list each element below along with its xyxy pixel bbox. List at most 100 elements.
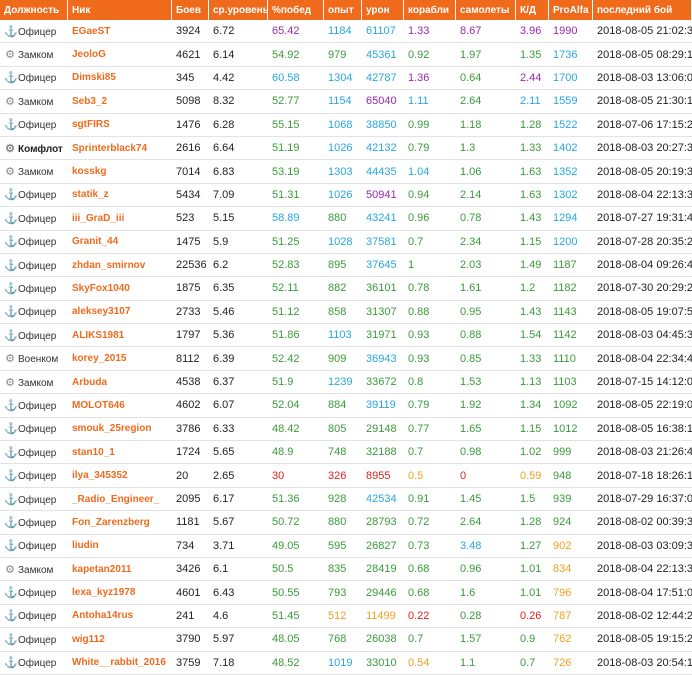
kd-cell: 0.59 [516, 464, 549, 488]
kd-cell: 1.28 [516, 114, 549, 137]
player-nick-link[interactable]: ilya_345352 [68, 464, 172, 488]
anchor-icon: ⚓ [4, 493, 18, 506]
player-nick-link[interactable]: aleksey3107 [68, 301, 172, 325]
player-nick-link[interactable]: Sprinterblack74 [68, 137, 172, 161]
player-nick-link[interactable]: kosskg [68, 160, 172, 184]
kd-cell: 3.96 [516, 20, 549, 44]
player-nick-link[interactable]: korey_2015 [68, 347, 172, 371]
avg-level-cell: 6.37 [209, 371, 268, 395]
role-label: Офицер [18, 26, 57, 38]
header-planes[interactable]: самолеты [456, 0, 516, 20]
player-nick-link[interactable]: wig112 [68, 628, 172, 652]
winrate-cell: 52.04 [268, 394, 324, 418]
role-cell: ⚓Офицер [0, 652, 68, 675]
planes-cell: 1.92 [456, 394, 516, 418]
player-nick-link[interactable]: lexa_kyz1978 [68, 581, 172, 605]
role-label: Офицер [18, 634, 57, 646]
player-nick-link[interactable]: Granit_44 [68, 231, 172, 254]
ships-cell: 1.11 [404, 90, 456, 114]
role-label: Военком [18, 354, 59, 366]
kd-cell: 1.34 [516, 394, 549, 418]
header-nick[interactable]: Ник [68, 0, 172, 20]
damage-cell: 8955 [362, 464, 404, 488]
anchor-icon: ⚓ [4, 282, 18, 295]
table-row: ⚓Офицер wig112 3790 5.97 48.05 768 26038 0.7 1.5… [0, 628, 692, 652]
kd-cell: 1.33 [516, 137, 549, 161]
role-label: Замком [18, 564, 54, 576]
player-nick-link[interactable]: Dimski85 [68, 67, 172, 91]
clan-members-table: Должность Ник Боев ср.уровень %побед опыт урон… [0, 0, 692, 675]
last-battle-cell: 2018-08-05 21:02:39 [593, 20, 692, 44]
player-nick-link[interactable]: liudin [68, 535, 172, 558]
last-battle-cell: 2018-08-04 22:13:35 [593, 558, 692, 582]
player-nick-link[interactable]: smouk_25region [68, 418, 172, 442]
role-cell: ⚓Офицер [0, 394, 68, 418]
header-exp[interactable]: опыт [324, 0, 362, 20]
kd-cell: 1.43 [516, 207, 549, 231]
table-row: ⚙ Замком JeoloG 4621 6.14 54.92 979 45361 0.92 1.… [0, 43, 692, 67]
player-nick-link[interactable]: zhdan_smirnov [68, 254, 172, 278]
ships-cell: 0.68 [404, 581, 456, 605]
planes-cell: 0.88 [456, 324, 516, 348]
table-row: ⚙ Комфлот Sprinterblack74 2616 6.64 51.19 1026… [0, 137, 692, 161]
last-battle-cell: 2018-07-29 16:37:02 [593, 488, 692, 512]
header-ships[interactable]: корабли [404, 0, 456, 20]
header-proalfa[interactable]: ProAlfa [549, 0, 593, 20]
proalfa-cell: 1187 [549, 254, 593, 278]
header-damage[interactable]: урон [362, 0, 404, 20]
last-battle-cell: 2018-07-28 20:35:28 [593, 231, 692, 254]
player-nick-link[interactable]: SkyFox1040 [68, 277, 172, 301]
winrate-cell: 53.19 [268, 160, 324, 184]
player-nick-link[interactable]: EGaeST [68, 20, 172, 44]
proalfa-cell: 1012 [549, 418, 593, 442]
anchor-icon: ⚓ [4, 189, 18, 202]
role-cell: ⚓Офицер [0, 207, 68, 231]
winrate-cell: 51.19 [268, 137, 324, 161]
player-nick-link[interactable]: Antoha14rus [68, 605, 172, 629]
player-nick-link[interactable]: JeoloG [68, 43, 172, 67]
player-nick-link[interactable]: Seb3_2 [68, 90, 172, 114]
proalfa-cell: 787 [549, 605, 593, 629]
anchor-icon: ⚓ [4, 633, 18, 646]
winrate-cell: 52.11 [268, 277, 324, 301]
table-row: ⚓Офицер MOLOT646 4602 6.07 52.04 884 39119 0.79… [0, 394, 692, 418]
anchor-icon: ⚓ [4, 540, 18, 553]
planes-cell: 0.28 [456, 605, 516, 629]
header-kd[interactable]: К/Д [516, 0, 549, 20]
role-cell: ⚙ Замком [0, 43, 68, 67]
anchor-icon: ⚓ [4, 470, 18, 483]
player-nick-link[interactable]: kapetan2011 [68, 558, 172, 582]
role-cell: ⚓Офицер [0, 535, 68, 558]
header-last-battle[interactable]: последний бой [593, 0, 692, 20]
anchor-icon: ⚓ [4, 119, 18, 132]
header-avg-level[interactable]: ср.уровень [209, 0, 268, 20]
role-cell: ⚓Офицер [0, 254, 68, 278]
role-label: Офицер [18, 541, 57, 553]
player-nick-link[interactable]: Fon_Zarenzberg [68, 511, 172, 535]
player-nick-link[interactable]: MOLOT646 [68, 394, 172, 418]
damage-cell: 36943 [362, 347, 404, 371]
player-nick-link[interactable]: White__rabbit_2016 [68, 652, 172, 675]
avg-level-cell: 6.14 [209, 43, 268, 67]
header-battles[interactable]: Боев [172, 0, 209, 20]
table-row: ⚙ Военком korey_2015 8112 6.39 52.42 909 36943 0… [0, 347, 692, 371]
player-nick-link[interactable]: _Radio_Engineer_ [68, 488, 172, 512]
rank-emblem-icon: ⚙ [5, 376, 15, 389]
player-nick-link[interactable]: sgtFIRS [68, 114, 172, 137]
player-nick-link[interactable]: iii_GraD_iii [68, 207, 172, 231]
winrate-cell: 49.05 [268, 535, 324, 558]
planes-cell: 1.97 [456, 43, 516, 67]
player-nick-link[interactable]: stan10_1 [68, 441, 172, 465]
avg-level-cell: 4.42 [209, 67, 268, 91]
player-nick-link[interactable]: Arbuda [68, 371, 172, 395]
header-winrate[interactable]: %побед [268, 0, 324, 20]
proalfa-cell: 1294 [549, 207, 593, 231]
player-nick-link[interactable]: ALIKS1981 [68, 324, 172, 348]
last-battle-cell: 2018-08-02 12:44:21 [593, 605, 692, 629]
header-role[interactable]: Должность [0, 0, 68, 20]
exp-cell: 979 [324, 43, 362, 67]
proalfa-cell: 1522 [549, 114, 593, 137]
role-label: Офицер [18, 517, 57, 529]
player-nick-link[interactable]: statik_z [68, 184, 172, 208]
kd-cell: 1.33 [516, 347, 549, 371]
